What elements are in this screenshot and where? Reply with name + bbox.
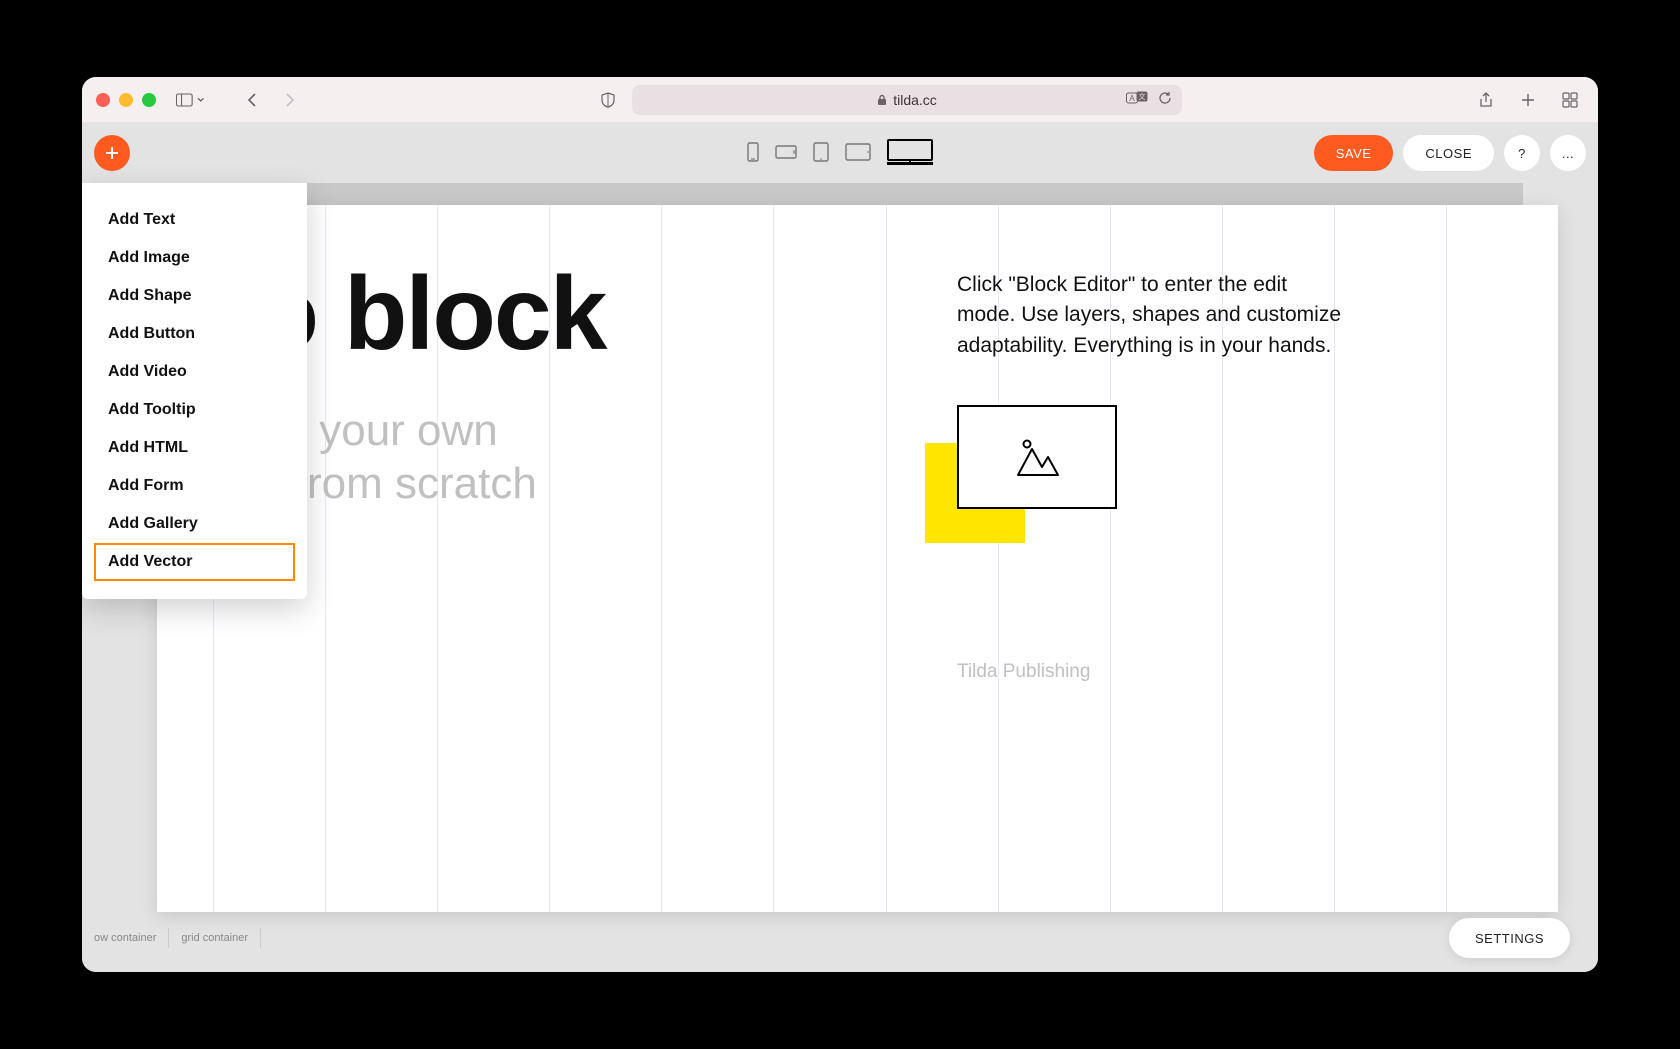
hero-body-text[interactable]: Click "Block Editor" to enter the edit m… — [957, 270, 1347, 361]
add-element-menu: Add TextAdd ImageAdd ShapeAdd ButtonAdd … — [82, 183, 307, 599]
breadcrumb-grid-container[interactable]: grid container — [169, 928, 261, 948]
svg-text:A: A — [1129, 94, 1135, 103]
more-icon: ... — [1562, 146, 1574, 161]
add-menu-item-add-vector[interactable]: Add Vector — [94, 543, 295, 581]
device-desktop[interactable] — [887, 141, 933, 165]
add-element-button[interactable] — [94, 135, 130, 171]
back-button[interactable] — [238, 88, 266, 112]
close-button-label: CLOSE — [1425, 146, 1472, 161]
add-menu-item-add-tooltip[interactable]: Add Tooltip — [94, 391, 295, 429]
help-button[interactable]: ? — [1504, 135, 1540, 171]
brand-text[interactable]: Tilda Publishing — [957, 661, 1090, 683]
image-placeholder-icon — [1012, 435, 1062, 479]
image-placeholder[interactable] — [957, 405, 1117, 509]
canvas[interactable]: ro block your own rom scratch Click "Blo… — [157, 205, 1558, 912]
canvas-header-strip — [157, 183, 1523, 205]
device-phone-landscape[interactable] — [775, 141, 797, 165]
sidebar-toggle-button[interactable] — [176, 88, 204, 112]
device-switcher — [747, 141, 933, 165]
add-menu-item-add-shape[interactable]: Add Shape — [94, 277, 295, 315]
canvas-area: ro block your own rom scratch Click "Blo… — [82, 183, 1598, 972]
save-button-label: SAVE — [1336, 146, 1372, 161]
add-menu-item-add-html[interactable]: Add HTML — [94, 429, 295, 467]
add-menu-item-add-video[interactable]: Add Video — [94, 353, 295, 391]
device-tablet-landscape[interactable] — [845, 141, 871, 165]
address-bar[interactable]: tilda.cc A文 — [632, 85, 1182, 115]
add-menu-item-add-form[interactable]: Add Form — [94, 467, 295, 505]
breadcrumb-window-container[interactable]: ow container — [82, 928, 169, 948]
tabs-overview-icon[interactable] — [1556, 88, 1584, 112]
add-menu-item-add-text[interactable]: Add Text — [94, 201, 295, 239]
settings-button-label: SETTINGS — [1475, 931, 1544, 946]
add-menu-item-add-image[interactable]: Add Image — [94, 239, 295, 277]
hero-subtitle-text[interactable]: your own rom scratch — [307, 405, 537, 511]
plus-icon — [104, 145, 120, 161]
more-button[interactable]: ... — [1550, 135, 1586, 171]
editor-toolbar: SAVE CLOSE ? ... — [82, 123, 1598, 183]
close-button[interactable]: CLOSE — [1403, 135, 1494, 171]
device-phone-portrait[interactable] — [747, 141, 759, 165]
reload-icon[interactable] — [1158, 91, 1172, 108]
add-menu-item-add-button[interactable]: Add Button — [94, 315, 295, 353]
new-tab-icon[interactable] — [1514, 88, 1542, 112]
share-icon[interactable] — [1472, 88, 1500, 112]
settings-button[interactable]: SETTINGS — [1449, 918, 1570, 958]
chevron-down-icon — [197, 97, 204, 103]
browser-window: tilda.cc A文 — [82, 77, 1598, 972]
reader-translate-icon[interactable]: A文 — [1126, 91, 1148, 108]
svg-text:文: 文 — [1139, 92, 1146, 101]
help-icon: ? — [1518, 146, 1526, 161]
maximize-window-icon[interactable] — [142, 93, 156, 107]
address-bar-host: tilda.cc — [893, 92, 937, 108]
lock-icon — [877, 94, 887, 106]
privacy-shield-icon[interactable] — [594, 88, 622, 112]
window-controls — [96, 93, 156, 107]
forward-button[interactable] — [276, 88, 304, 112]
browser-chrome: tilda.cc A文 — [82, 77, 1598, 123]
add-menu-item-add-gallery[interactable]: Add Gallery — [94, 505, 295, 543]
device-tablet-portrait[interactable] — [813, 141, 829, 165]
close-window-icon[interactable] — [96, 93, 110, 107]
container-breadcrumbs: ow container grid container — [82, 928, 261, 948]
save-button[interactable]: SAVE — [1314, 135, 1394, 171]
minimize-window-icon[interactable] — [119, 93, 133, 107]
